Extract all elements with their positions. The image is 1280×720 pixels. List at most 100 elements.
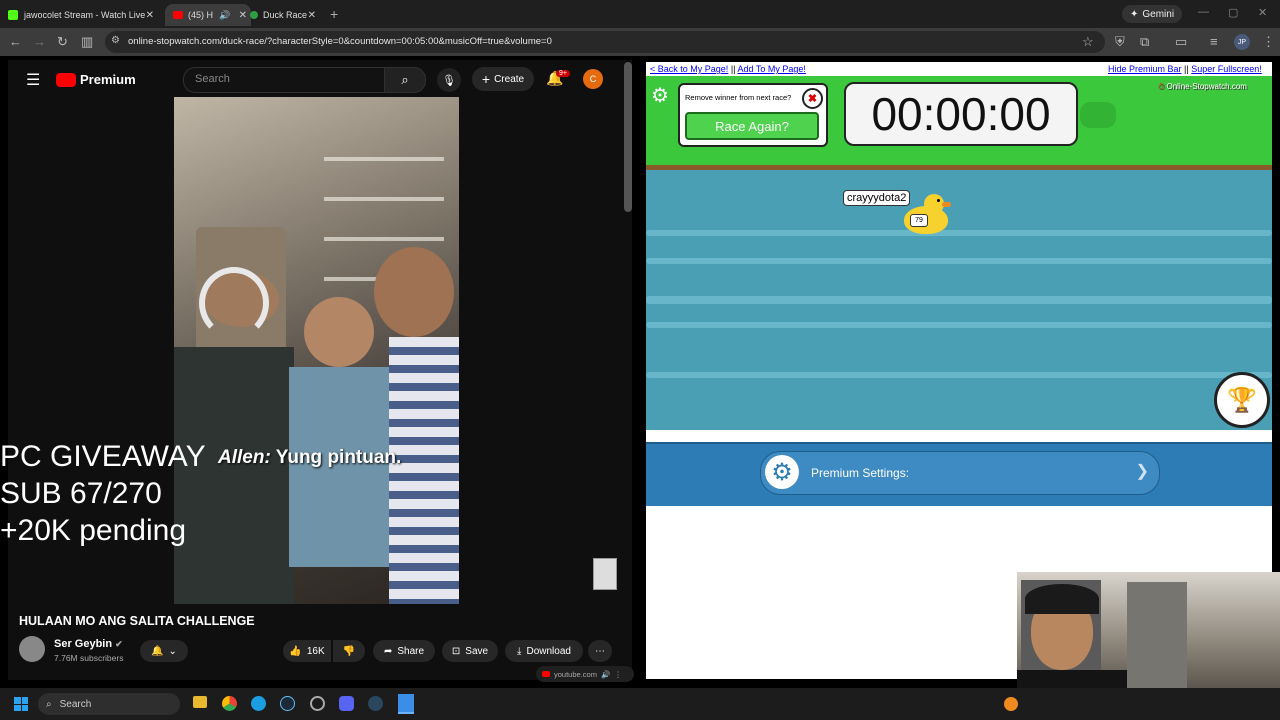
bookmark-icon: ⊡: [451, 645, 461, 657]
download-icon: ⤓: [517, 645, 522, 657]
giveaway-overlay: PC GIVEAWAY SUB 67/270 +20K pending: [0, 438, 206, 549]
create-button[interactable]: + Create: [472, 67, 534, 91]
cast-icon[interactable]: ▭: [1175, 34, 1187, 50]
app-icon[interactable]: [310, 696, 325, 711]
star-icon[interactable]: ☆: [1082, 34, 1094, 50]
stopwatch-icon: ⏱: [1158, 82, 1165, 91]
stopwatch-icon: [250, 11, 258, 19]
mic-button[interactable]: 🎙: [437, 68, 461, 92]
notepad-icon[interactable]: [398, 694, 414, 714]
share-icon: ➦: [383, 645, 393, 657]
scrollbar-thumb[interactable]: [624, 62, 632, 212]
trophy-button[interactable]: 🏆: [1214, 372, 1270, 428]
channel-avatar[interactable]: [19, 636, 45, 662]
more-actions-button[interactable]: ⋯: [588, 640, 612, 662]
create-label: Create: [494, 73, 525, 85]
gear-icon: ⚙: [765, 455, 799, 489]
save-button[interactable]: ⊡ Save: [442, 640, 498, 662]
avatar[interactable]: C: [583, 69, 603, 89]
steam-icon[interactable]: [280, 696, 295, 711]
race-again-button[interactable]: Race Again?: [685, 112, 819, 140]
close-icon[interactable]: ✕: [308, 10, 316, 21]
speaker-icon: 🔊: [219, 9, 231, 20]
countdown-timer: 00:00:00: [844, 82, 1078, 146]
duck-racer: 79: [904, 192, 952, 236]
hide-premium-bar-link[interactable]: Hide Premium Bar: [1108, 64, 1182, 74]
close-icon[interactable]: ✕: [146, 10, 154, 21]
site-logo[interactable]: ⏱ Online-Stopwatch.com: [1158, 82, 1247, 92]
download-button[interactable]: ⤓ Download: [505, 640, 583, 662]
top-links-left: < Back to My Page! || Add To My Page!: [650, 64, 806, 74]
timer-display: 00:00:00: [871, 88, 1051, 140]
close-window-button[interactable]: ✕: [1258, 6, 1267, 19]
channel-name: Ser Geybin: [54, 638, 113, 650]
tab-youtube[interactable]: (45) H 🔊 ✕: [165, 4, 251, 26]
duck-number: 79: [910, 214, 928, 227]
youtube-play-icon: [56, 72, 76, 87]
super-fullscreen-link[interactable]: Super Fullscreen!: [1191, 64, 1262, 74]
search-icon: ⌕: [401, 72, 409, 87]
plus-icon: +: [481, 71, 491, 87]
back-icon[interactable]: ←: [9, 34, 22, 49]
shield-icon[interactable]: ⛨: [1115, 34, 1125, 50]
video-player[interactable]: [174, 97, 459, 604]
tray-icon[interactable]: [1004, 697, 1018, 711]
add-to-page-link[interactable]: Add To My Page!: [738, 64, 806, 74]
share-label: Share: [397, 645, 425, 657]
profile-avatar[interactable]: JP: [1234, 34, 1250, 50]
subscriber-count: 7.76M subscribers: [54, 653, 124, 663]
back-to-page-link[interactable]: < Back to My Page!: [650, 64, 728, 74]
edge-icon[interactable]: [251, 696, 266, 711]
remove-winner-label: Remove winner from next race?: [685, 93, 792, 102]
windows-start-icon[interactable]: [14, 697, 28, 711]
microphone-icon: 🎙: [442, 74, 456, 87]
youtube-logo[interactable]: Premium: [56, 72, 136, 87]
tab-label: jawocolet Stream - Watch Live: [24, 10, 146, 20]
taskbar-search[interactable]: ⌕ Search: [38, 693, 180, 715]
media-source: youtube.com: [554, 669, 597, 679]
hamburger-menu-icon[interactable]: ☰: [26, 70, 40, 90]
dislike-button[interactable]: 👎: [333, 640, 365, 662]
duck-name-label: crayyydota2: [843, 190, 911, 206]
reload-icon[interactable]: ↻: [57, 34, 68, 50]
steam-icon-2[interactable]: [368, 696, 383, 711]
chrome-icon[interactable]: [222, 696, 237, 711]
race-options-panel: Remove winner from next race? ✖ Race Aga…: [678, 83, 828, 147]
media-icon[interactable]: ≡: [1210, 34, 1218, 49]
notification-badge: 9+: [556, 70, 570, 77]
sidebar-icon[interactable]: ▥: [81, 34, 93, 50]
premium-settings-toggle[interactable]: ⚙ Premium Settings: ❯: [760, 451, 1160, 495]
share-button[interactable]: ➦ Share: [373, 640, 435, 662]
new-tab-button[interactable]: +: [330, 6, 338, 22]
download-label: Download: [526, 645, 571, 657]
url-text[interactable]: online-stopwatch.com/duck-race/?characte…: [128, 36, 552, 47]
forward-icon[interactable]: →: [33, 34, 46, 49]
search-button[interactable]: ⌕: [384, 67, 426, 93]
tab-kick-stream[interactable]: jawocolet Stream - Watch Live ✕: [8, 4, 158, 26]
taskbar-search-label: Search: [59, 698, 92, 710]
channel-name-row[interactable]: Ser Geybin ✔: [54, 638, 123, 650]
bush: [1080, 102, 1116, 128]
discord-icon[interactable]: [339, 696, 354, 711]
tab-label: Duck Race: [263, 10, 308, 20]
minimize-button[interactable]: —: [1198, 6, 1209, 18]
file-explorer-icon[interactable]: [193, 696, 207, 708]
extensions-icon[interactable]: ⧉: [1140, 34, 1149, 50]
media-control-chip[interactable]: youtube.com 🔊 ⋮: [536, 666, 634, 682]
gemini-button[interactable]: ✦ Gemini: [1122, 5, 1183, 23]
close-icon[interactable]: ✕: [239, 10, 247, 21]
menu-icon[interactable]: ⋮: [1262, 34, 1275, 50]
top-links-right: Hide Premium Bar || Super Fullscreen!: [1108, 64, 1262, 74]
settings-gear-icon[interactable]: ⚙: [651, 83, 669, 108]
divider: [646, 430, 1272, 438]
channel-watermark[interactable]: [593, 558, 617, 590]
search-input[interactable]: Search: [183, 67, 385, 93]
caption-text: Yung pintuan.: [275, 447, 402, 468]
maximize-button[interactable]: ▢: [1228, 6, 1238, 19]
like-button[interactable]: 👍 16K: [283, 640, 331, 662]
subscribed-button[interactable]: 🔔 ⌄: [140, 640, 188, 662]
remove-winner-toggle[interactable]: ✖: [802, 88, 823, 109]
like-count: 16K: [306, 645, 325, 657]
tab-duck-race[interactable]: Duck Race ✕: [250, 4, 320, 26]
site-info-icon[interactable]: ⚙: [111, 35, 120, 46]
